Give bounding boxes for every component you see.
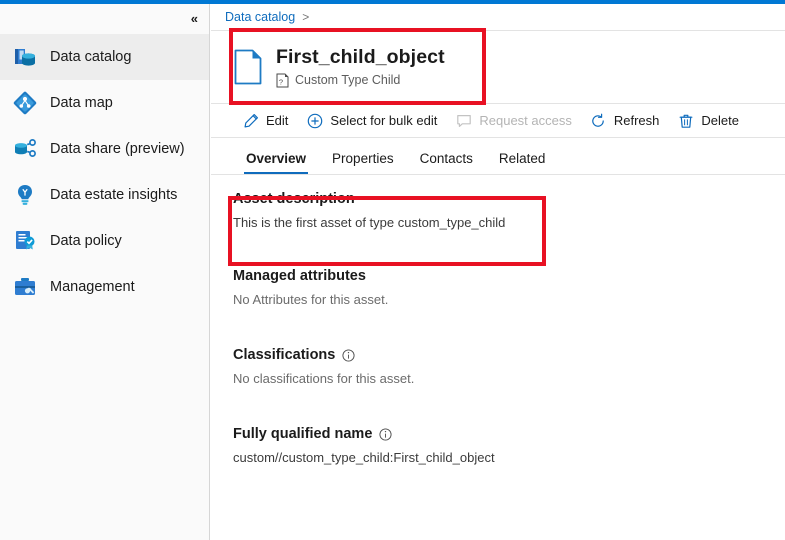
- sidebar-item-label: Data map: [50, 95, 113, 111]
- tab-label: Properties: [332, 151, 394, 166]
- breadcrumb-link-data-catalog[interactable]: Data catalog: [225, 10, 295, 24]
- custom-type-icon: ?: [276, 73, 289, 88]
- sidebar-collapse-row: «: [0, 4, 209, 32]
- select-for-bulk-edit-button[interactable]: Select for bulk edit: [297, 104, 446, 137]
- asset-header-text: First_child_object ? Custom Type Child: [276, 46, 445, 87]
- request-access-button: Request access: [446, 104, 581, 137]
- data-map-icon: [10, 88, 40, 118]
- overview-content: Asset description This is the first asse…: [211, 175, 785, 465]
- comment-icon: [455, 112, 472, 129]
- sidebar-item-label: Data catalog: [50, 49, 131, 65]
- svg-text:?: ?: [279, 77, 283, 86]
- asset-header: First_child_object ? Custom Type Child: [211, 31, 785, 103]
- info-icon[interactable]: [342, 349, 355, 362]
- sidebar-item-label: Data policy: [50, 233, 122, 249]
- management-icon: [10, 272, 40, 302]
- trash-icon: [677, 112, 694, 129]
- pencil-icon: [242, 112, 259, 129]
- fully-qualified-name-title-text: Fully qualified name: [233, 426, 372, 442]
- fully-qualified-name-section: Fully qualified name custom//custom_type…: [233, 426, 785, 465]
- asset-description-title: Asset description: [233, 191, 785, 207]
- refresh-icon: [590, 112, 607, 129]
- tab-label: Overview: [246, 151, 306, 166]
- asset-type-label: Custom Type Child: [295, 73, 400, 87]
- sidebar-item-label: Management: [50, 279, 135, 295]
- managed-attributes-title: Managed attributes: [233, 268, 785, 284]
- plus-circle-icon: [306, 112, 323, 129]
- managed-attributes-body: No Attributes for this asset.: [233, 292, 785, 307]
- breadcrumb-separator-icon: >: [302, 10, 309, 24]
- fully-qualified-name-body: custom//custom_type_child:First_child_ob…: [233, 450, 785, 465]
- spacer: [233, 235, 785, 268]
- classifications-title: Classifications: [233, 347, 785, 363]
- document-icon: [233, 49, 263, 85]
- asset-description-section: Asset description This is the first asse…: [233, 191, 785, 230]
- classifications-body: No classifications for this asset.: [233, 371, 785, 386]
- sidebar-item-management[interactable]: Management: [0, 264, 209, 310]
- request-access-label: Request access: [479, 113, 572, 128]
- sidebar-nav-list: Data catalog Data map: [0, 34, 209, 310]
- asset-type-row: ? Custom Type Child: [276, 73, 445, 88]
- edit-button[interactable]: Edit: [233, 104, 297, 137]
- delete-label: Delete: [701, 113, 739, 128]
- managed-attributes-section: Managed attributes No Attributes for thi…: [233, 268, 785, 307]
- tab-properties[interactable]: Properties: [319, 142, 407, 174]
- page-title: First_child_object: [276, 46, 445, 68]
- asset-description-body: This is the first asset of type custom_t…: [233, 215, 785, 230]
- sidebar-item-label: Data estate insights: [50, 187, 177, 203]
- info-icon[interactable]: [379, 428, 392, 441]
- sidebar-item-data-catalog[interactable]: Data catalog: [0, 34, 209, 80]
- sidebar-item-label: Data share (preview): [50, 141, 185, 157]
- tab-related[interactable]: Related: [486, 142, 559, 174]
- breadcrumb: Data catalog >: [211, 4, 785, 30]
- sidebar-item-data-estate-insights[interactable]: Data estate insights: [0, 172, 209, 218]
- tab-label: Related: [499, 151, 546, 166]
- command-bar: Edit Select for bulk edit Request a: [211, 104, 785, 137]
- purview-asset-page: « Data catalog: [0, 0, 785, 540]
- data-policy-icon: [10, 226, 40, 256]
- fully-qualified-name-title: Fully qualified name: [233, 426, 785, 442]
- edit-label: Edit: [266, 113, 288, 128]
- main-content-panel: Data catalog > First_child_object: [211, 4, 785, 540]
- delete-button[interactable]: Delete: [668, 104, 748, 137]
- collapse-sidebar-icon[interactable]: «: [191, 12, 197, 25]
- spacer: [233, 312, 785, 347]
- classifications-title-text: Classifications: [233, 347, 335, 363]
- data-share-icon: [10, 134, 40, 164]
- spacer: [233, 391, 785, 426]
- tab-overview[interactable]: Overview: [233, 142, 319, 174]
- sidebar-item-data-map[interactable]: Data map: [0, 80, 209, 126]
- data-catalog-icon: [10, 42, 40, 72]
- refresh-button[interactable]: Refresh: [581, 104, 669, 137]
- tab-bar: Overview Properties Contacts Related: [211, 138, 785, 174]
- tab-contacts[interactable]: Contacts: [407, 142, 486, 174]
- tab-label: Contacts: [420, 151, 473, 166]
- classifications-section: Classifications No classifications for t…: [233, 347, 785, 386]
- sidebar-item-data-share[interactable]: Data share (preview): [0, 126, 209, 172]
- data-estate-insights-icon: [10, 180, 40, 210]
- refresh-label: Refresh: [614, 113, 660, 128]
- select-for-bulk-edit-label: Select for bulk edit: [330, 113, 437, 128]
- left-navigation-sidebar: « Data catalog: [0, 4, 210, 540]
- sidebar-item-data-policy[interactable]: Data policy: [0, 218, 209, 264]
